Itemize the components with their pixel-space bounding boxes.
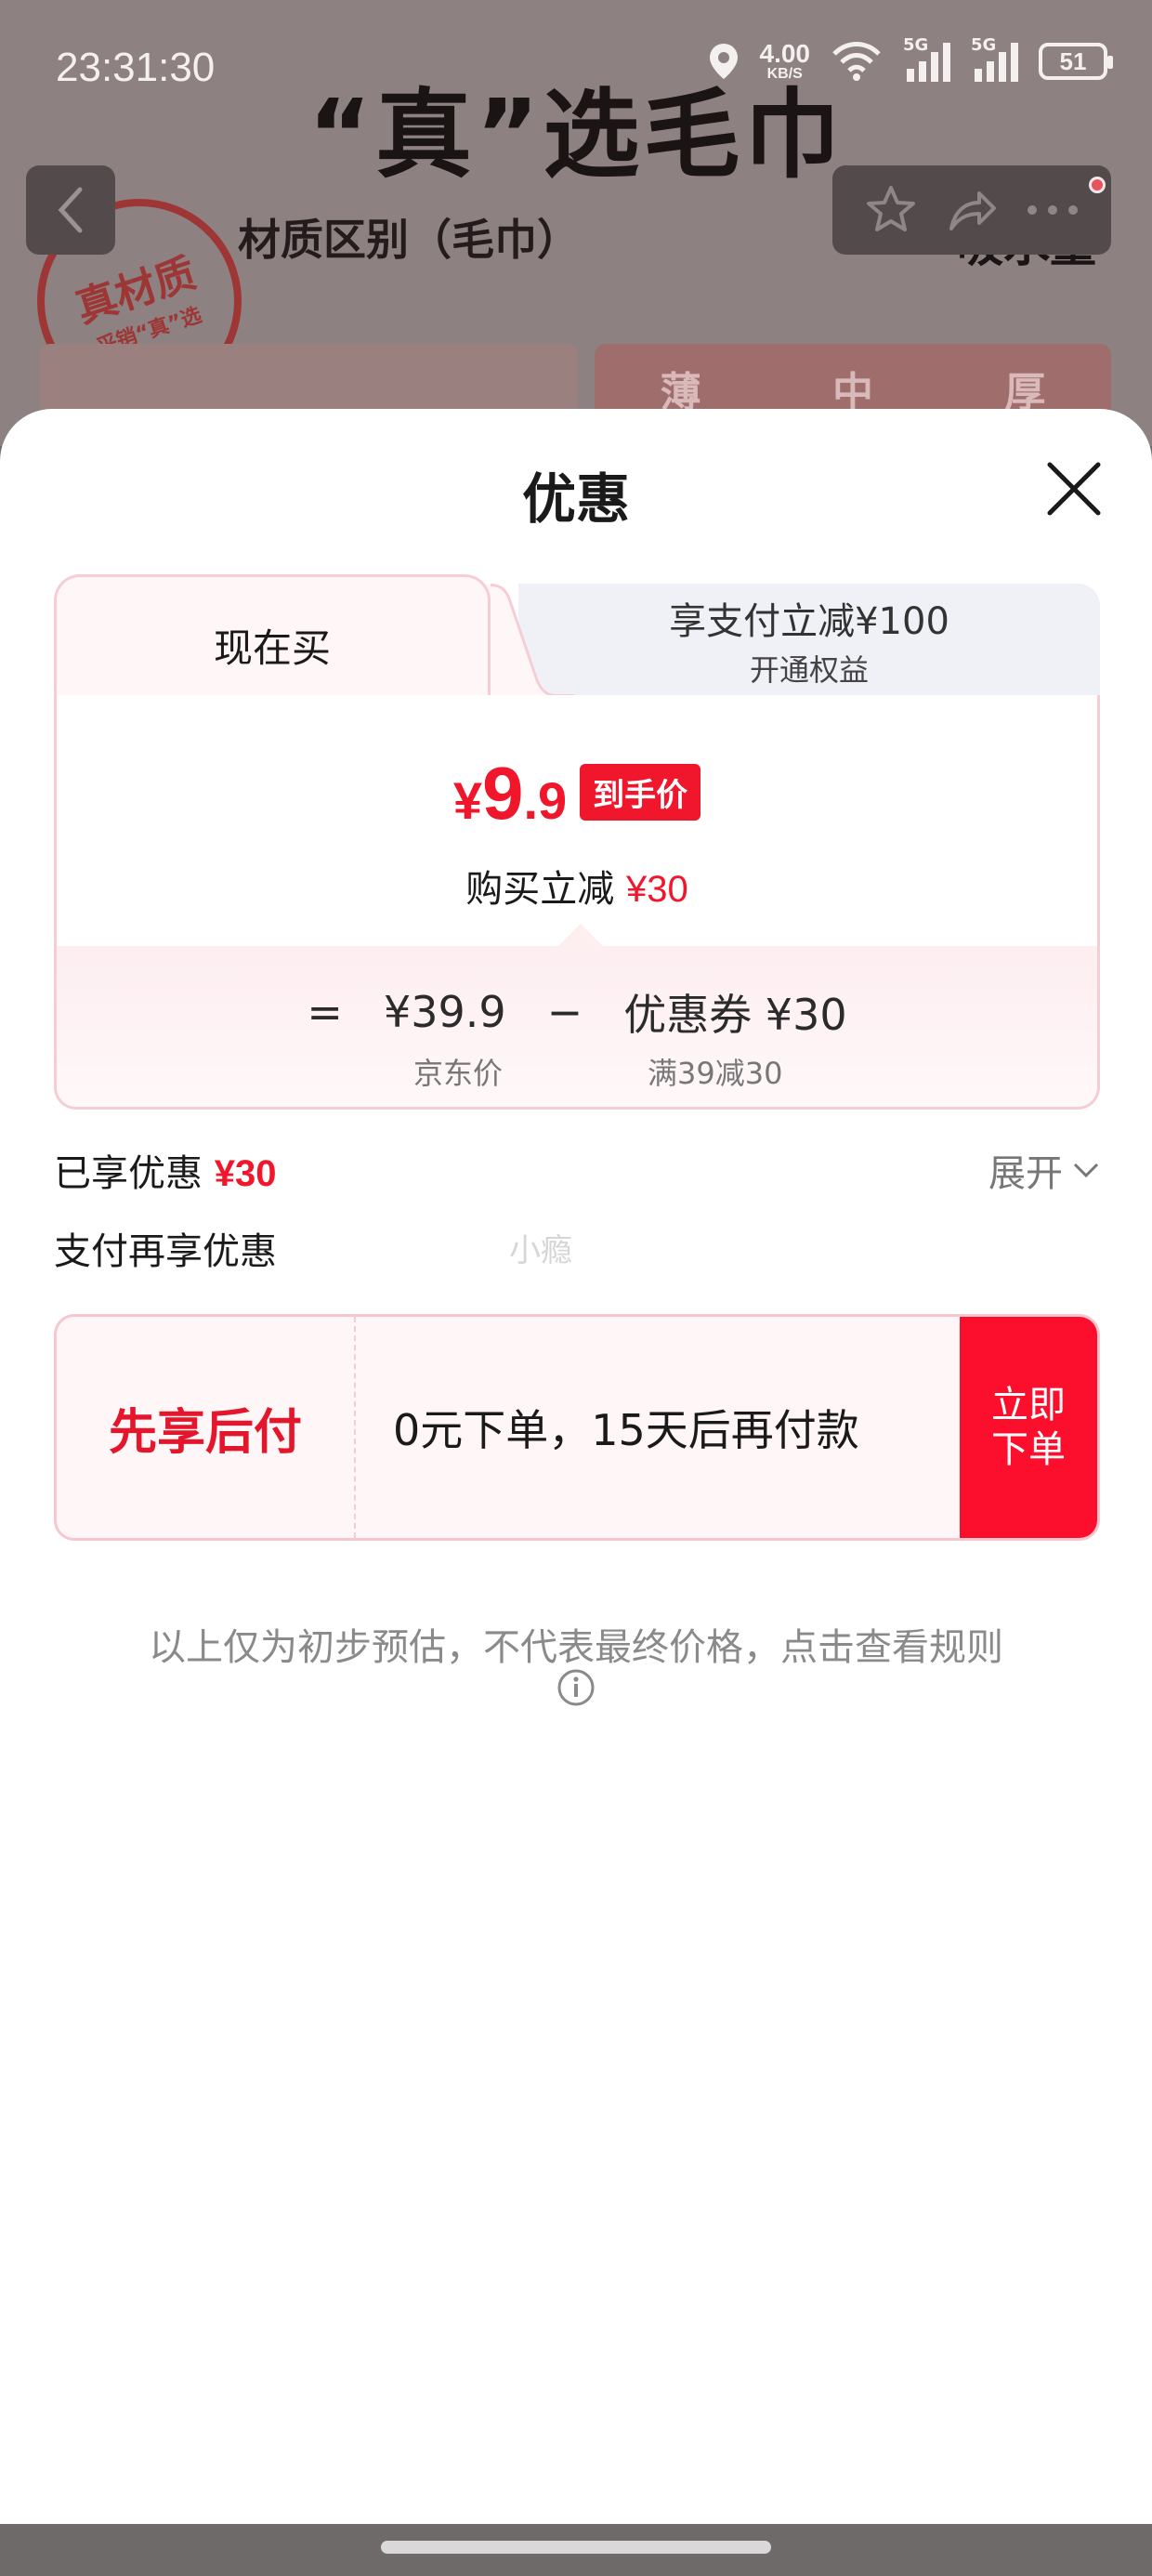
bnpl-description: 0元下单，15天后再付款 [393, 1405, 859, 1455]
order-now-line1: 立即 [991, 1384, 1066, 1426]
instant-reduction-amount: ¥30 [625, 869, 688, 910]
network-speed: 4.00 KB/S [760, 41, 811, 82]
status-icons: 4.00 KB/S 5G 5G 51 [708, 35, 1113, 82]
chevron-down-icon [1073, 1163, 1099, 1178]
equals-sign: = [307, 987, 343, 1037]
section-title: 材质区别（毛巾） [238, 215, 580, 265]
sim1-tag: 5G [903, 35, 929, 55]
tab-pay-discount[interactable]: 享支付立减¥100 开通权益 [518, 584, 1100, 697]
enjoyed-discount-amount: ¥30 [214, 1153, 277, 1194]
tab-pay-discount-title: 享支付立减¥100 [669, 600, 949, 643]
status-time: 23:31:30 [56, 45, 216, 90]
top-actions [832, 165, 1111, 255]
coupon-rule: 满39减30 [648, 1056, 783, 1091]
home-indicator[interactable] [381, 2541, 771, 2554]
network-speed-value: 4.00 [759, 39, 811, 68]
star-icon[interactable] [863, 182, 919, 238]
discount-sheet: 优惠 享支付立减¥100 开通权益 现在买 ¥9.9 到手价 购买立减 ¥30 [0, 409, 1152, 2524]
order-now-line2: 下单 [991, 1428, 1066, 1471]
battery-icon: 51 [1039, 43, 1113, 80]
back-button[interactable] [26, 165, 115, 255]
enjoyed-discount: 已享优惠 ¥30 [54, 1143, 276, 1197]
instant-reduction: 购买立减 ¥30 [57, 859, 1097, 913]
price-card-body: ¥9.9 到手价 购买立减 ¥30 = ¥39.9 − 优惠券 ¥30 京东价 … [54, 695, 1100, 1110]
base-price-label: 京东价 [413, 1056, 504, 1091]
wifi-icon [832, 42, 881, 81]
sheet-title: 优惠 [521, 467, 630, 531]
price-breakdown: = ¥39.9 − 优惠券 ¥30 京东价 满39减30 [57, 946, 1097, 1107]
signal-sim2-icon: 5G [971, 35, 1018, 82]
battery-level: 51 [1059, 46, 1087, 75]
more-icon[interactable] [1025, 201, 1080, 219]
order-now-button[interactable]: 立即 下单 [960, 1317, 1097, 1538]
breakdown-formula: = ¥39.9 − 优惠券 ¥30 [57, 981, 1097, 1043]
location-icon [709, 44, 738, 79]
close-icon[interactable] [1042, 457, 1106, 520]
expand-label: 展开 [988, 1152, 1063, 1195]
tab-buy-now[interactable]: 现在买 [54, 574, 491, 714]
sim2-tag: 5G [971, 35, 997, 55]
bnpl-title: 先享后付 [108, 1404, 302, 1461]
pay-more-discount-label: 支付再享优惠 [54, 1230, 277, 1273]
expand-button[interactable]: 展开 [988, 1143, 1100, 1197]
coupon-amount: 优惠券 ¥30 [623, 990, 847, 1040]
purchase-tabs: 享支付立减¥100 开通权益 现在买 [54, 574, 1100, 714]
price-card: 享支付立减¥100 开通权益 现在买 ¥9.9 到手价 购买立减 ¥30 = ¥… [54, 574, 1100, 1110]
chevron-left-icon [58, 187, 83, 233]
final-price-row: ¥9.9 到手价 [57, 751, 1097, 836]
price-decimal: .9 [523, 771, 568, 830]
watermark: 小瘾 [509, 1232, 572, 1269]
final-price: ¥9.9 [453, 751, 567, 836]
info-icon[interactable] [556, 1667, 596, 1708]
enjoyed-discount-label: 已享优惠 [54, 1152, 203, 1195]
price-disclaimer[interactable]: 以上仅为初步预估，不代表最终价格，点击查看规则 [0, 1617, 1152, 1671]
network-speed-unit: KB/S [766, 66, 803, 82]
base-price: ¥39.9 [383, 987, 506, 1037]
signal-sim1-icon: 5G [903, 35, 950, 82]
share-icon[interactable] [944, 182, 1000, 238]
buy-now-pay-later-card[interactable]: 先享后付 0元下单，15天后再付款 立即 下单 [54, 1314, 1100, 1541]
minus-sign: − [546, 987, 583, 1037]
tab-pay-discount-sub: 开通权益 [749, 652, 869, 688]
status-bar: 23:31:30 4.00 KB/S 5G 5G 51 [0, 0, 1152, 139]
bnpl-divider [354, 1317, 356, 1538]
price-currency: ¥ [452, 771, 482, 830]
final-price-badge: 到手价 [580, 764, 701, 821]
price-integer: 9 [481, 752, 524, 835]
instant-reduction-label: 购买立减 [465, 868, 615, 911]
calc-pointer [558, 924, 603, 946]
notification-dot [1089, 177, 1106, 193]
